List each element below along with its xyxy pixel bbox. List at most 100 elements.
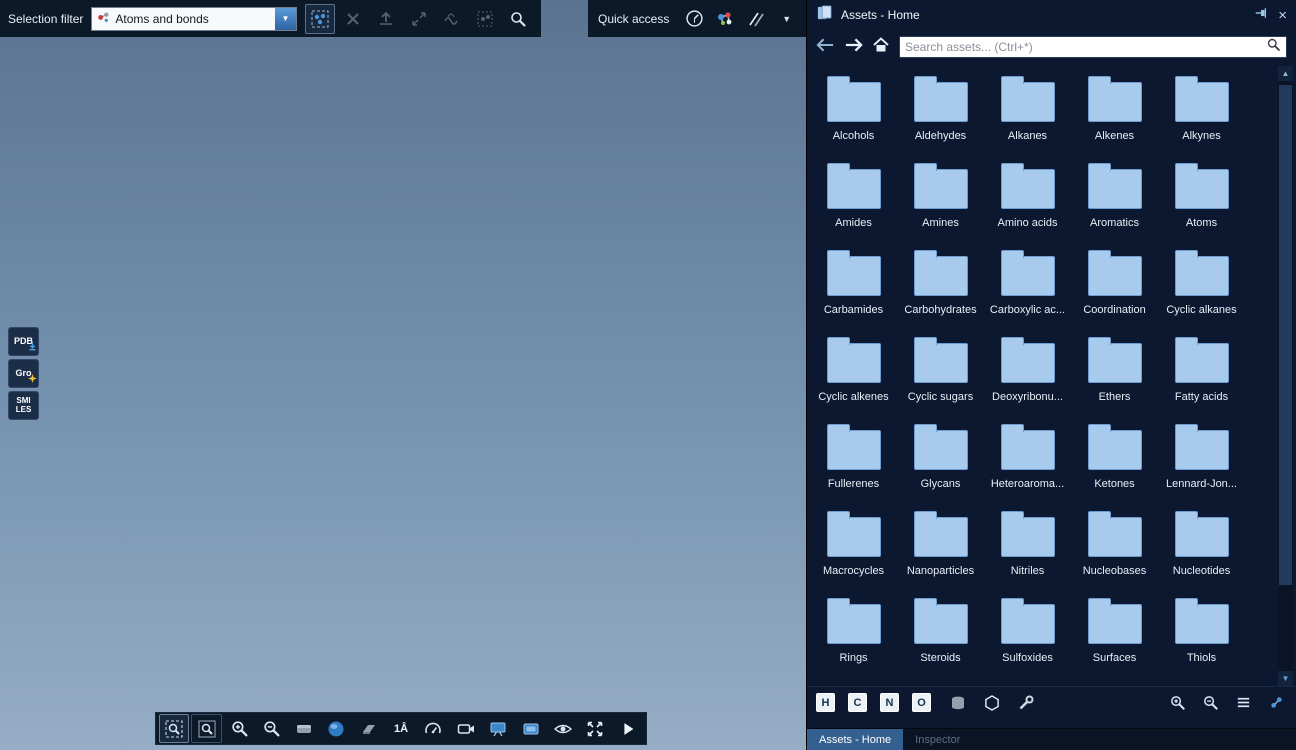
asset-folder[interactable]: Amides xyxy=(810,157,897,244)
asset-folder[interactable]: Nitriles xyxy=(984,505,1071,592)
panel-scrollbar[interactable]: ▲ ▼ xyxy=(1278,66,1293,686)
asset-folder[interactable]: Alcohols xyxy=(810,70,897,157)
zoom-selection-button[interactable] xyxy=(191,714,221,743)
asset-folder[interactable]: Alkenes xyxy=(1071,70,1158,157)
asset-folder[interactable]: Deoxyribonu... xyxy=(984,331,1071,418)
scrollbar-thumb[interactable] xyxy=(1279,85,1292,585)
asset-options-button[interactable] xyxy=(1265,692,1287,714)
smiles-button[interactable]: SMI LES xyxy=(8,391,39,420)
asset-folder[interactable]: Alkanes xyxy=(984,70,1071,157)
thumbnail-zoom-in-button[interactable] xyxy=(1166,692,1188,714)
asset-folder[interactable]: Fullerenes xyxy=(810,418,897,505)
select-parent-button[interactable] xyxy=(371,4,401,34)
fullscreen-button[interactable] xyxy=(580,714,610,743)
folder-label: Fullerenes xyxy=(828,478,879,490)
tab-assets-home[interactable]: Assets - Home xyxy=(807,729,903,750)
element-button-c[interactable]: C xyxy=(848,693,867,712)
asset-folder[interactable]: Carbamides xyxy=(810,244,897,331)
asset-folder[interactable]: Ketones xyxy=(1071,418,1158,505)
asset-folder[interactable]: Cyclic alkanes xyxy=(1158,244,1245,331)
back-button[interactable] xyxy=(816,38,835,57)
compass-button[interactable] xyxy=(685,7,704,31)
ortho-view-button[interactable] xyxy=(289,714,319,743)
asset-folder[interactable]: Lennard-Jon... xyxy=(1158,418,1245,505)
asset-folder[interactable]: Nanoparticles xyxy=(897,505,984,592)
tools-button[interactable] xyxy=(1015,692,1037,714)
asset-folder[interactable]: Sulfoxides xyxy=(984,592,1071,679)
element-button-h[interactable]: H xyxy=(816,693,835,712)
expand-selection-button[interactable] xyxy=(404,4,434,34)
asset-folder[interactable]: Amino acids xyxy=(984,157,1071,244)
asset-folder[interactable]: Macrocycles xyxy=(810,505,897,592)
scroll-up-button[interactable]: ▲ xyxy=(1278,66,1293,81)
orbit-button[interactable] xyxy=(321,714,351,743)
clip-plane-icon xyxy=(359,719,379,739)
selection-filter-dropdown[interactable]: Atoms and bonds ▼ xyxy=(91,7,297,31)
3d-viewport[interactable]: Selection filter Atoms and bonds ▼ xyxy=(0,0,806,750)
asset-folder[interactable]: Aldehydes xyxy=(897,70,984,157)
select-bonded-button[interactable] xyxy=(437,4,467,34)
camera-reset-button[interactable] xyxy=(451,714,481,743)
zoom-in-button[interactable] xyxy=(224,714,254,743)
play-icon xyxy=(619,720,637,738)
list-view-button[interactable] xyxy=(1232,692,1254,714)
easel-icon xyxy=(488,719,508,739)
visibility-button[interactable] xyxy=(548,714,578,743)
asset-folder[interactable]: Ethers xyxy=(1071,331,1158,418)
quick-access-expand-button[interactable]: ▼ xyxy=(777,7,796,31)
asset-folder[interactable]: Thiols xyxy=(1158,592,1245,679)
forward-button[interactable] xyxy=(844,38,863,57)
deselect-button[interactable] xyxy=(338,4,368,34)
close-button[interactable]: × xyxy=(1278,8,1287,23)
element-button-n[interactable]: N xyxy=(880,693,899,712)
clip-plane-button[interactable] xyxy=(353,714,383,743)
play-button[interactable] xyxy=(613,714,643,743)
scale-button[interactable]: 1Å xyxy=(386,714,416,743)
pdb-download-button[interactable]: PDB xyxy=(8,327,39,356)
gro-import-button[interactable]: Gro xyxy=(8,359,39,388)
zoom-region-button[interactable] xyxy=(159,714,189,743)
fragments-button[interactable] xyxy=(947,692,969,714)
asset-folder[interactable]: Cyclic alkenes xyxy=(810,331,897,418)
home-button[interactable] xyxy=(872,36,890,59)
measure-button[interactable] xyxy=(746,7,766,31)
sparkle-icon xyxy=(28,374,37,386)
asset-folder[interactable]: Alkynes xyxy=(1158,70,1245,157)
ring-builder-button[interactable] xyxy=(981,692,1003,714)
asset-folder[interactable]: Glycans xyxy=(897,418,984,505)
asset-folder[interactable]: Atoms xyxy=(1158,157,1245,244)
asset-folder[interactable]: Steroids xyxy=(897,592,984,679)
element-button-o[interactable]: O xyxy=(912,693,931,712)
speed-button[interactable] xyxy=(418,714,448,743)
asset-folder[interactable]: Carboxylic ac... xyxy=(984,244,1071,331)
asset-folder[interactable]: Amines xyxy=(897,157,984,244)
search-icon[interactable] xyxy=(1266,37,1281,57)
asset-folder[interactable]: Nucleobases xyxy=(1071,505,1158,592)
asset-folder[interactable]: Surfaces xyxy=(1071,592,1158,679)
find-button[interactable] xyxy=(503,4,533,34)
asset-folder[interactable]: Cyclic sugars xyxy=(897,331,984,418)
asset-folder[interactable]: Fatty acids xyxy=(1158,331,1245,418)
add-molecule-button[interactable] xyxy=(715,7,735,31)
thumbnail-zoom-out-button[interactable] xyxy=(1199,692,1221,714)
scroll-down-button[interactable]: ▼ xyxy=(1278,671,1293,686)
pin-button[interactable] xyxy=(1254,6,1268,25)
asset-folder[interactable]: Rings xyxy=(810,592,897,679)
select-atoms-button[interactable] xyxy=(305,4,335,34)
zoom-out-button[interactable] xyxy=(256,714,286,743)
asset-folder[interactable]: Carbohydrates xyxy=(897,244,984,331)
compass-icon xyxy=(685,9,704,28)
presentation-button[interactable] xyxy=(483,714,513,743)
asset-folder[interactable]: Heteroaroma... xyxy=(984,418,1071,505)
asset-folder[interactable]: Nucleotides xyxy=(1158,505,1245,592)
deselect-icon xyxy=(344,10,362,28)
molecule-colored-icon xyxy=(715,9,735,29)
screen-button[interactable] xyxy=(515,714,545,743)
tab-inspector[interactable]: Inspector xyxy=(903,729,972,750)
folder-label: Ketones xyxy=(1094,478,1134,490)
asset-folder[interactable]: Coordination xyxy=(1071,244,1158,331)
search-input[interactable] xyxy=(905,40,1262,54)
asset-folder[interactable]: Aromatics xyxy=(1071,157,1158,244)
select-group-button[interactable] xyxy=(470,4,500,34)
dropdown-arrow-button[interactable]: ▼ xyxy=(275,8,296,30)
